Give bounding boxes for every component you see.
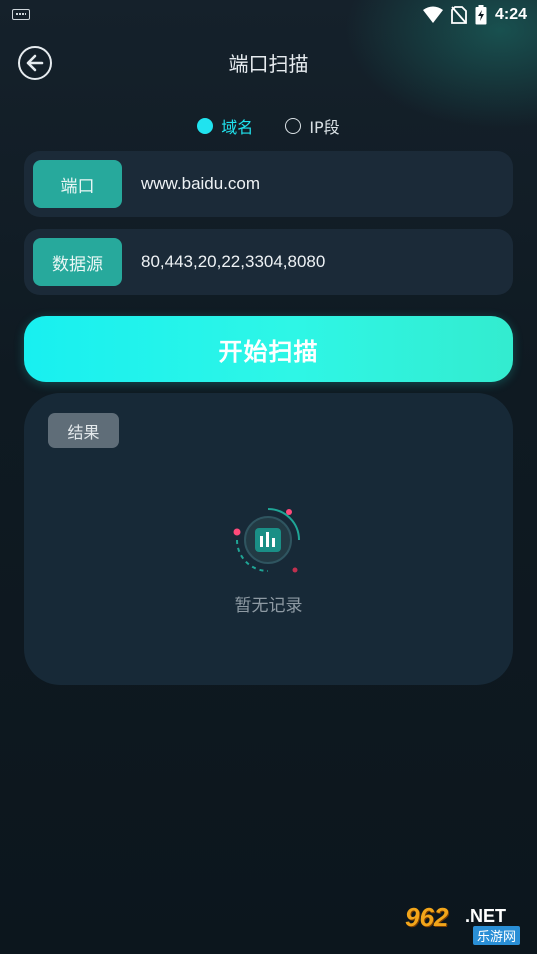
page-title: 端口扫描 [228,52,309,76]
result-card: 结果 暂无记录 [24,393,513,685]
radio-domain-label: 域名 [221,118,254,137]
bar-chart-icon [233,508,300,573]
result-tag: 结果 [48,413,119,448]
back-button[interactable] [18,46,52,80]
battery-charging-icon [475,5,487,25]
wifi-icon [422,6,443,23]
mode-radio-group: 域名 IP段 [0,114,537,138]
radio-ip-range[interactable]: IP段 [285,114,340,138]
watermark-number: 962 [405,902,449,932]
ports-input[interactable]: 80,443,20,22,3304,8080 [141,252,481,272]
host-row: 端口 www.baidu.com [24,151,513,217]
clock: 4:24 [494,6,527,23]
radio-domain[interactable]: 域名 [197,114,253,138]
host-tag: 端口 [33,160,122,208]
host-input[interactable]: www.baidu.com [141,174,481,194]
no-sim-icon [451,6,467,24]
keyboard-icon [12,9,30,20]
ports-row: 数据源 80,443,20,22,3304,8080 [24,229,513,295]
ports-tag: 数据源 [33,238,122,286]
start-scan-button[interactable]: 开始扫描 [24,316,513,382]
watermark-suffix: .NET [465,906,507,926]
radio-unselected-icon [285,118,302,134]
empty-state-text: 暂无记录 [234,596,303,616]
status-bar: 4:24 [0,0,537,30]
watermark-sub: 乐游网 [473,926,521,945]
watermark-logo: 962 .NET 乐游网 [399,902,529,948]
radio-selected-icon [197,118,214,134]
arrow-left-circle-icon [26,54,44,72]
radio-ip-range-label: IP段 [309,118,340,137]
status-icons: 4:24 [422,4,527,26]
start-scan-label: 开始扫描 [218,337,319,366]
